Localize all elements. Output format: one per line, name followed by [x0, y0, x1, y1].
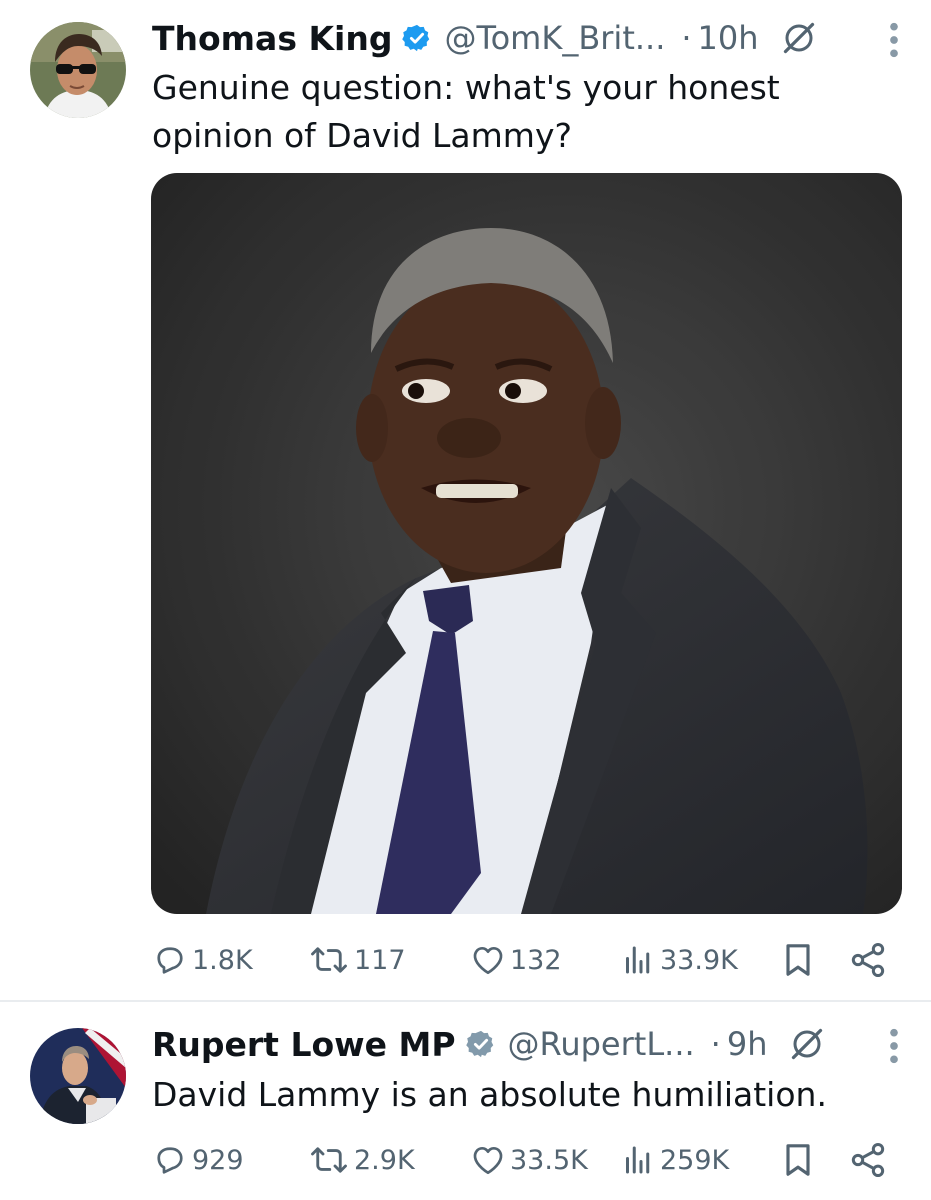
- bookmark-icon[interactable]: [778, 940, 818, 980]
- bookmark-icon[interactable]: [778, 1140, 818, 1180]
- like-icon: [470, 1142, 506, 1178]
- author-name[interactable]: Thomas King: [152, 19, 392, 58]
- action-bar: 1.8K 117 132 33.9K: [0, 935, 931, 985]
- repost-icon: [308, 1142, 350, 1178]
- reply-icon: [152, 942, 188, 978]
- reply-button[interactable]: 1.8K: [152, 935, 253, 985]
- reply-count: 1.8K: [192, 944, 253, 976]
- timestamp[interactable]: 10h: [698, 19, 759, 57]
- avatar-sunglasses-man-icon: [30, 22, 126, 118]
- repost-button[interactable]: 2.9K: [308, 1135, 415, 1185]
- separator-dot: ·: [710, 1025, 721, 1063]
- reply-button[interactable]: 929: [152, 1135, 244, 1185]
- photo-man-in-grey-suit-icon: [151, 173, 902, 914]
- verified-badge-icon[interactable]: [402, 23, 432, 53]
- like-button[interactable]: 132: [470, 935, 562, 985]
- action-bar: 929 2.9K 33.5K 259K: [0, 1135, 931, 1185]
- separator-dot: ·: [681, 19, 692, 57]
- author-name[interactable]: Rupert Lowe MP: [152, 1025, 456, 1064]
- share-icon[interactable]: [848, 1140, 888, 1180]
- avatar[interactable]: [30, 22, 126, 118]
- more-icon[interactable]: [881, 20, 907, 60]
- like-count: 132: [510, 944, 562, 976]
- tweet-text: David Lammy is an absolute humiliation.: [152, 1075, 827, 1114]
- views-count: 33.9K: [660, 944, 738, 976]
- like-icon: [470, 942, 506, 978]
- tweet-header: Rupert Lowe MP @RupertL... · 9h: [152, 1024, 911, 1064]
- views-button[interactable]: 259K: [620, 1135, 729, 1185]
- avatar-man-at-podium-icon: [30, 1028, 126, 1124]
- more-icon[interactable]: [881, 1026, 907, 1066]
- reply-icon: [152, 1142, 188, 1178]
- grok-icon[interactable]: [781, 20, 817, 56]
- tweet-divider: [0, 1000, 931, 1002]
- share-icon[interactable]: [848, 940, 888, 980]
- repost-count: 2.9K: [354, 1144, 415, 1176]
- views-button[interactable]: 33.9K: [620, 935, 738, 985]
- tweet-text: Genuine question: what's your honest opi…: [152, 68, 780, 155]
- reply-count: 929: [192, 1144, 244, 1176]
- repost-icon: [308, 942, 350, 978]
- views-icon: [620, 942, 656, 978]
- timestamp[interactable]: 9h: [727, 1025, 768, 1063]
- tweet[interactable]: Thomas King @TomK_Brit... · 10h Genuine …: [0, 0, 931, 1000]
- tweet-header: Thomas King @TomK_Brit... · 10h: [152, 18, 911, 58]
- views-count: 259K: [660, 1144, 730, 1176]
- tweet-photo[interactable]: [151, 173, 902, 914]
- views-icon: [620, 1142, 656, 1178]
- repost-button[interactable]: 117: [308, 935, 406, 985]
- tweet[interactable]: Rupert Lowe MP @RupertL... · 9h David La…: [0, 1003, 931, 1200]
- verified-badge-icon[interactable]: [466, 1029, 496, 1059]
- like-count: 33.5K: [510, 1144, 588, 1176]
- avatar[interactable]: [30, 1028, 126, 1124]
- repost-count: 117: [354, 944, 406, 976]
- author-handle[interactable]: @TomK_Brit...: [444, 19, 665, 57]
- grok-icon[interactable]: [789, 1026, 825, 1062]
- like-button[interactable]: 33.5K: [470, 1135, 588, 1185]
- author-handle[interactable]: @RupertL...: [508, 1025, 695, 1063]
